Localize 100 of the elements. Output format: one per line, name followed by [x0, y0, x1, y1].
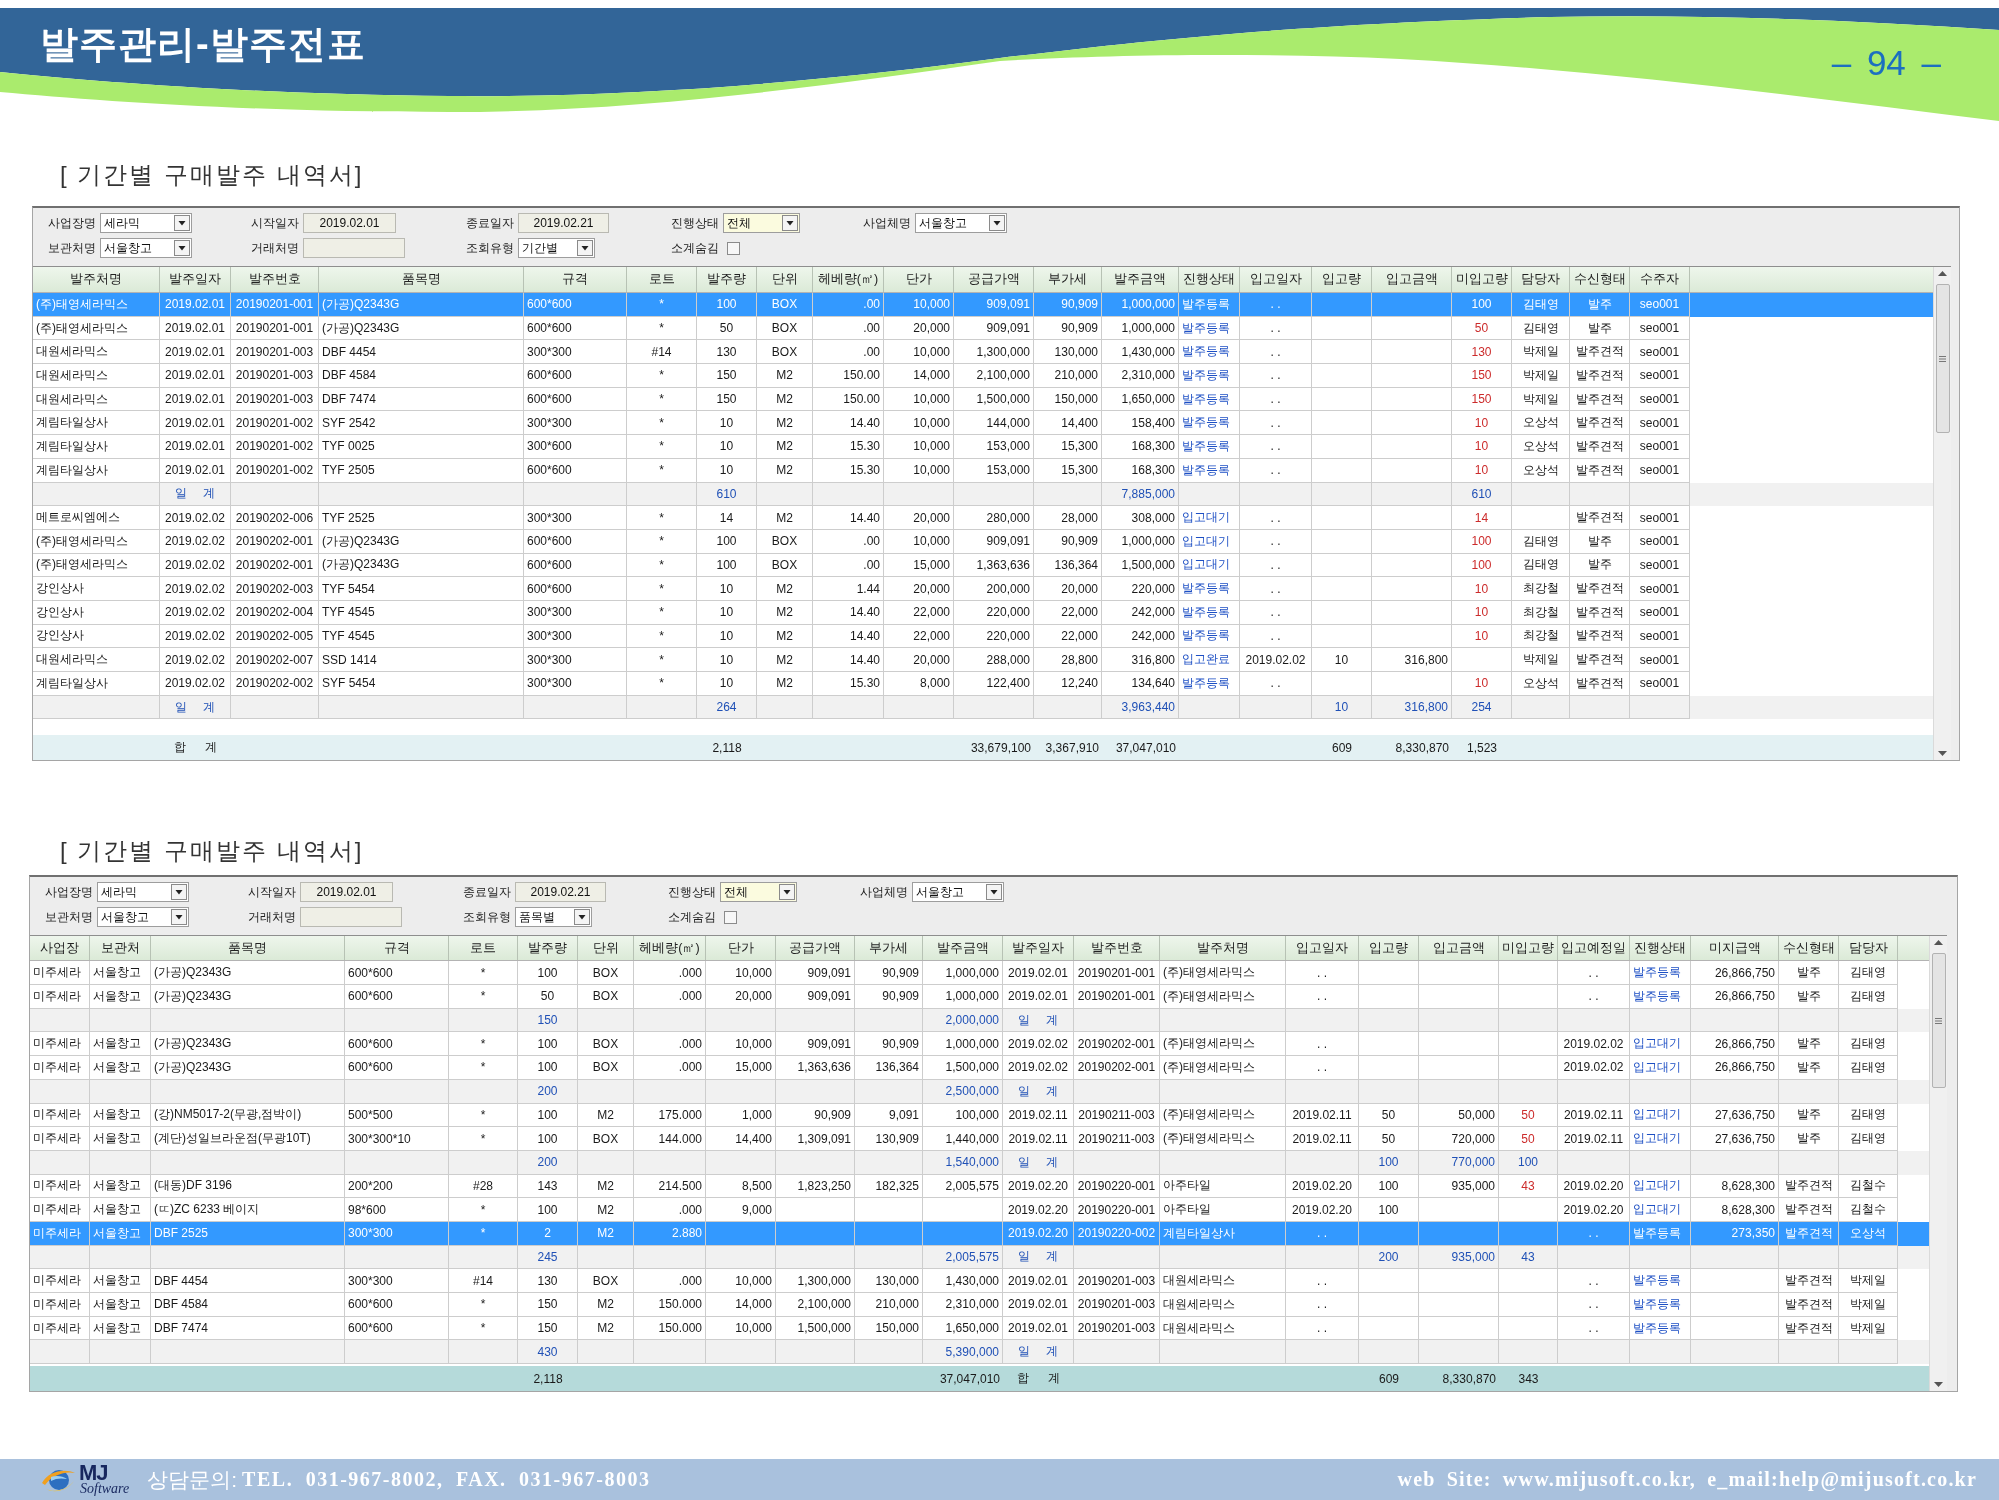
dropdown[interactable]: 서울창고	[100, 238, 192, 258]
table-row[interactable]: 일 계 264 3,963,440 10 316,800 254	[33, 695, 1933, 720]
dropdown[interactable]: 서울창고	[912, 882, 1004, 903]
table-cell: 100	[518, 1198, 578, 1222]
dropdown[interactable]: 서울창고	[915, 213, 1007, 233]
text-field[interactable]	[300, 907, 402, 928]
text-field[interactable]	[303, 238, 405, 258]
caret-icon[interactable]	[574, 909, 590, 926]
table-cell: 600*600	[524, 529, 627, 554]
table-cell: 100	[697, 529, 757, 554]
field-label: 거래처명	[251, 239, 299, 257]
table-cell: 미주세라	[30, 1127, 90, 1151]
scroll-up-icon[interactable]	[1938, 271, 1947, 276]
table-cell: 316,800	[1372, 695, 1452, 720]
total-cell-text: 343	[1517, 1370, 1540, 1388]
table-cell: 오상석	[1512, 435, 1570, 459]
table-cell: M2	[757, 364, 813, 388]
table-cell: *	[449, 1056, 518, 1080]
table-cell: 20190202-003	[231, 577, 319, 601]
caret-icon[interactable]	[779, 884, 795, 901]
date-field[interactable]: 2019.02.21	[518, 213, 609, 233]
table-cell: 20190201-001	[1074, 985, 1160, 1009]
caret-icon[interactable]	[174, 215, 190, 231]
table-cell: 20,000	[884, 577, 954, 601]
table-cell: *	[449, 1127, 518, 1151]
dropdown[interactable]: 품목별	[515, 907, 592, 928]
table-row[interactable]: 200 2,500,000 일 계	[30, 1079, 1929, 1104]
table-cell: 22,000	[884, 600, 954, 625]
table-cell: . .	[1558, 1293, 1630, 1317]
table-cell: 14,000	[706, 1293, 776, 1317]
table-cell: 메트로씨엠에스	[33, 506, 160, 530]
table-cell: 98*600	[345, 1198, 449, 1222]
date-field[interactable]: 2019.02.01	[300, 882, 393, 903]
scroll-up-icon[interactable]	[1934, 940, 1943, 946]
field-label: 조회유형	[466, 239, 514, 257]
table-cell: 10,000	[884, 435, 954, 459]
column-header: 담당자	[1839, 936, 1898, 961]
table-cell: 22,000	[1034, 600, 1102, 625]
caret-icon[interactable]	[986, 884, 1002, 901]
table-cell: 90,909	[1034, 293, 1102, 317]
total-cell-text: 합 계	[172, 739, 219, 757]
table-cell: 909,091	[954, 529, 1034, 554]
scrollbar-thumb[interactable]	[1935, 284, 1950, 433]
dropdown[interactable]: 전체	[723, 213, 800, 233]
column-header: 로트	[627, 267, 697, 292]
date-field[interactable]: 2019.02.21	[515, 882, 606, 903]
table-cell: . .	[1286, 1293, 1359, 1317]
scroll-down-icon[interactable]	[1938, 751, 1947, 757]
table-cell: seo001	[1630, 672, 1690, 696]
date-field[interactable]: 2019.02.01	[303, 213, 396, 233]
scrollbar[interactable]	[1933, 267, 1951, 761]
table-cell: .000	[634, 985, 706, 1009]
column-header: 단위	[757, 267, 813, 292]
table-row[interactable]: 430 5,390,000 일 계	[30, 1340, 1929, 1365]
table-cell: 600*600	[524, 577, 627, 601]
dropdown[interactable]: 세라믹	[97, 882, 189, 903]
table-cell: *	[627, 435, 697, 459]
caret-icon[interactable]	[171, 884, 187, 901]
table-cell: 150	[1452, 364, 1512, 388]
scrollbar-thumb[interactable]	[1931, 953, 1946, 1089]
table-cell: (가공)Q2343G	[319, 293, 524, 317]
caret-icon[interactable]	[989, 215, 1005, 231]
caret-icon[interactable]	[171, 909, 187, 926]
caret-icon[interactable]	[174, 240, 190, 256]
column-header: 보관처	[90, 936, 151, 961]
table-cell: 발주견적	[1570, 435, 1630, 459]
table-row[interactable]: 일 계 610 7,885,000 610	[33, 482, 1933, 507]
table-cell: 10	[697, 600, 757, 625]
dropdown[interactable]: 세라믹	[100, 213, 192, 233]
table-cell: 14.40	[813, 600, 884, 625]
table-cell: 200	[518, 1079, 578, 1104]
table-cell: 14,000	[884, 364, 954, 388]
checkbox[interactable]	[727, 241, 740, 255]
table-cell: 발주등록	[1630, 1221, 1691, 1246]
dropdown[interactable]: 기간별	[518, 238, 595, 258]
column-header: 품목명	[151, 936, 345, 961]
table-cell: 2019.02.02	[160, 672, 231, 696]
scroll-down-icon[interactable]	[1934, 1382, 1943, 1388]
field-label: 거래처명	[248, 908, 296, 926]
table-row[interactable]: 150 2,000,000 일 계	[30, 1008, 1929, 1033]
table-cell: DBF 4584	[319, 364, 524, 388]
table-row[interactable]: 245 2,005,575 일 계 200 935,000 43	[30, 1245, 1929, 1270]
total-cell-text: 609	[1331, 739, 1353, 757]
table-cell: 발주등록	[1179, 435, 1240, 459]
caret-icon[interactable]	[577, 240, 593, 256]
grip-icon	[1939, 355, 1946, 362]
dropdown[interactable]: 전체	[720, 882, 797, 903]
table-cell: 20190202-001	[231, 529, 319, 554]
table-cell: 264	[697, 695, 757, 720]
scrollbar[interactable]	[1929, 936, 1947, 1392]
dropdown[interactable]: 서울창고	[97, 907, 189, 928]
table-cell: *	[627, 506, 697, 530]
table-row[interactable]: 200 1,540,000 일 계 100 770,000 100	[30, 1150, 1929, 1175]
table-cell: 8,000	[884, 672, 954, 696]
caret-icon[interactable]	[782, 215, 798, 231]
table-cell: 20190202-001	[1074, 1056, 1160, 1080]
table-cell: 150	[518, 1293, 578, 1317]
table-cell: 강인상사	[33, 577, 160, 601]
table-cell: 2019.02.01	[1003, 1293, 1074, 1317]
checkbox[interactable]	[724, 910, 737, 924]
